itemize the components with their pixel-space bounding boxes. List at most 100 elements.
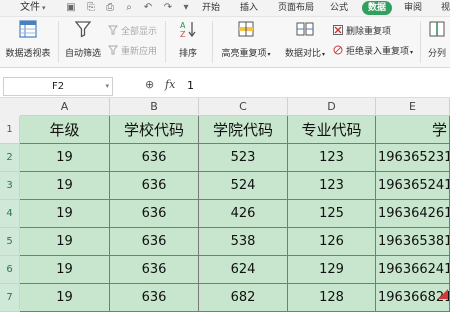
- remove-duplicates-icon: [333, 25, 343, 35]
- reject-duplicates-button[interactable]: 拒绝录入重复项▾: [333, 45, 413, 59]
- chevron-down-icon: ▾: [267, 51, 271, 58]
- highlight-duplicates-text: 高亮重复项: [221, 49, 267, 59]
- header-cell[interactable]: 学: [376, 116, 450, 144]
- table-cell[interactable]: 636: [110, 228, 199, 256]
- pivot-table-button[interactable]: 数据透视表: [3, 19, 53, 59]
- table-cell[interactable]: 123: [288, 144, 376, 172]
- table-cell[interactable]: 19: [20, 172, 110, 200]
- chevron-down-icon: ▾: [105, 82, 109, 90]
- save-icon[interactable]: ▣: [65, 2, 77, 14]
- print-icon[interactable]: ⎙: [104, 2, 116, 14]
- function-icon[interactable]: fx: [165, 78, 175, 91]
- table-cell[interactable]: 128: [288, 284, 376, 312]
- redo-icon[interactable]: ↷: [162, 2, 174, 14]
- sort-button[interactable]: A Z 排序: [170, 19, 206, 59]
- zoom-icon[interactable]: ⊕: [145, 78, 154, 91]
- table-cell[interactable]: 123: [288, 172, 376, 200]
- header-cell[interactable]: 学校代码: [110, 116, 199, 144]
- header-cell[interactable]: 专业代码: [288, 116, 376, 144]
- tab-data[interactable]: 数据: [362, 1, 393, 15]
- tab-home[interactable]: 开始: [202, 0, 220, 16]
- row-header[interactable]: 6: [0, 256, 20, 284]
- table-cell[interactable]: 524: [199, 172, 288, 200]
- table-cell[interactable]: 426: [199, 200, 288, 228]
- row-header[interactable]: 4: [0, 200, 20, 228]
- sort-label: 排序: [178, 49, 197, 59]
- fill-handle-icon[interactable]: [438, 289, 448, 299]
- table-cell[interactable]: 19: [20, 256, 110, 284]
- table-cell[interactable]: 19: [20, 144, 110, 172]
- table-cell[interactable]: 126: [288, 228, 376, 256]
- remove-duplicates-label: 删除重复项: [346, 27, 392, 37]
- table-cell[interactable]: 1963653813: [376, 228, 450, 256]
- table-cell[interactable]: 636: [110, 172, 199, 200]
- table-cell[interactable]: 523: [199, 144, 288, 172]
- reapply-button[interactable]: 重新应用: [108, 45, 157, 59]
- refresh-filter-icon: [108, 45, 118, 55]
- chevron-down-icon: ▾: [322, 51, 326, 58]
- tab-page-layout[interactable]: 页面布局: [278, 0, 314, 16]
- table-cell[interactable]: 19: [20, 228, 110, 256]
- table-cell[interactable]: 1963642613: [376, 200, 450, 228]
- highlight-duplicates-label: 高亮重复项▾: [218, 46, 274, 59]
- pivot-table-icon: [19, 20, 37, 38]
- highlight-duplicates-icon: [238, 21, 254, 37]
- table-cell[interactable]: 682: [199, 284, 288, 312]
- table-cell[interactable]: 538: [199, 228, 288, 256]
- preview-icon[interactable]: ⌕: [123, 2, 135, 14]
- column-header-e[interactable]: E: [376, 98, 450, 116]
- data-compare-label: 数据对比▾: [280, 46, 330, 59]
- header-cell[interactable]: 学院代码: [199, 116, 288, 144]
- split-column-label: 分列: [427, 49, 446, 59]
- tab-formulas[interactable]: 公式: [330, 0, 348, 16]
- table-cell[interactable]: 19: [20, 200, 110, 228]
- svg-text:Z: Z: [180, 30, 186, 39]
- table-cell[interactable]: 1963652313: [376, 144, 450, 172]
- table-cell[interactable]: 636: [110, 200, 199, 228]
- highlight-duplicates-button[interactable]: 高亮重复项▾: [218, 19, 274, 59]
- chevron-down-icon: ▾: [410, 49, 414, 56]
- formula-input[interactable]: 1: [187, 75, 194, 97]
- export-icon[interactable]: ⎘: [85, 2, 97, 14]
- column-header-b[interactable]: B: [110, 98, 199, 116]
- more-icon[interactable]: ▾: [180, 2, 192, 14]
- autofilter-button[interactable]: 自动筛选: [62, 19, 104, 59]
- table-cell[interactable]: 636: [110, 144, 199, 172]
- split-column-icon: [429, 21, 445, 37]
- column-header-c[interactable]: C: [199, 98, 288, 116]
- tab-view[interactable]: 视: [441, 0, 450, 16]
- remove-duplicates-button[interactable]: 删除重复项: [333, 25, 391, 39]
- table-cell[interactable]: 624: [199, 256, 288, 284]
- tab-review[interactable]: 审阅: [404, 0, 422, 16]
- reject-duplicates-icon: [333, 45, 343, 55]
- undo-icon[interactable]: ↶: [142, 2, 154, 14]
- ribbon-divider: [212, 21, 213, 63]
- table-cell[interactable]: 636: [110, 284, 199, 312]
- svg-text:A: A: [180, 21, 186, 30]
- ribbon: 数据透视表 自动筛选 全部显示 重新应用 A Z 排序 高亮重复项▾ 数据对比▾…: [0, 17, 450, 68]
- file-menu[interactable]: 文件 ▾: [20, 0, 46, 16]
- row-header[interactable]: 1: [0, 116, 20, 144]
- select-all-corner[interactable]: [0, 98, 21, 117]
- table-cell[interactable]: 1963652413: [376, 172, 450, 200]
- table-cell[interactable]: 125: [288, 200, 376, 228]
- name-box[interactable]: F2 ▾: [3, 77, 113, 96]
- table-cell[interactable]: 636: [110, 256, 199, 284]
- split-column-button[interactable]: 分列: [424, 19, 450, 59]
- row-header[interactable]: 7: [0, 284, 20, 312]
- header-cell[interactable]: 年级: [20, 116, 110, 144]
- table-cell[interactable]: 129: [288, 256, 376, 284]
- table-cell[interactable]: 19: [20, 284, 110, 312]
- row-header[interactable]: 2: [0, 144, 20, 172]
- column-header-d[interactable]: D: [288, 98, 376, 116]
- table-cell[interactable]: 1963662413: [376, 256, 450, 284]
- row-header[interactable]: 5: [0, 228, 20, 256]
- row-header[interactable]: 3: [0, 172, 20, 200]
- cell-ref: F2: [51, 81, 65, 92]
- data-compare-button[interactable]: 数据对比▾: [280, 19, 330, 59]
- tab-insert[interactable]: 插入: [240, 0, 258, 16]
- ribbon-divider: [165, 21, 166, 63]
- show-all-button[interactable]: 全部显示: [108, 25, 157, 39]
- column-header-a[interactable]: A: [20, 98, 110, 116]
- file-menu-label: 文件: [20, 2, 40, 13]
